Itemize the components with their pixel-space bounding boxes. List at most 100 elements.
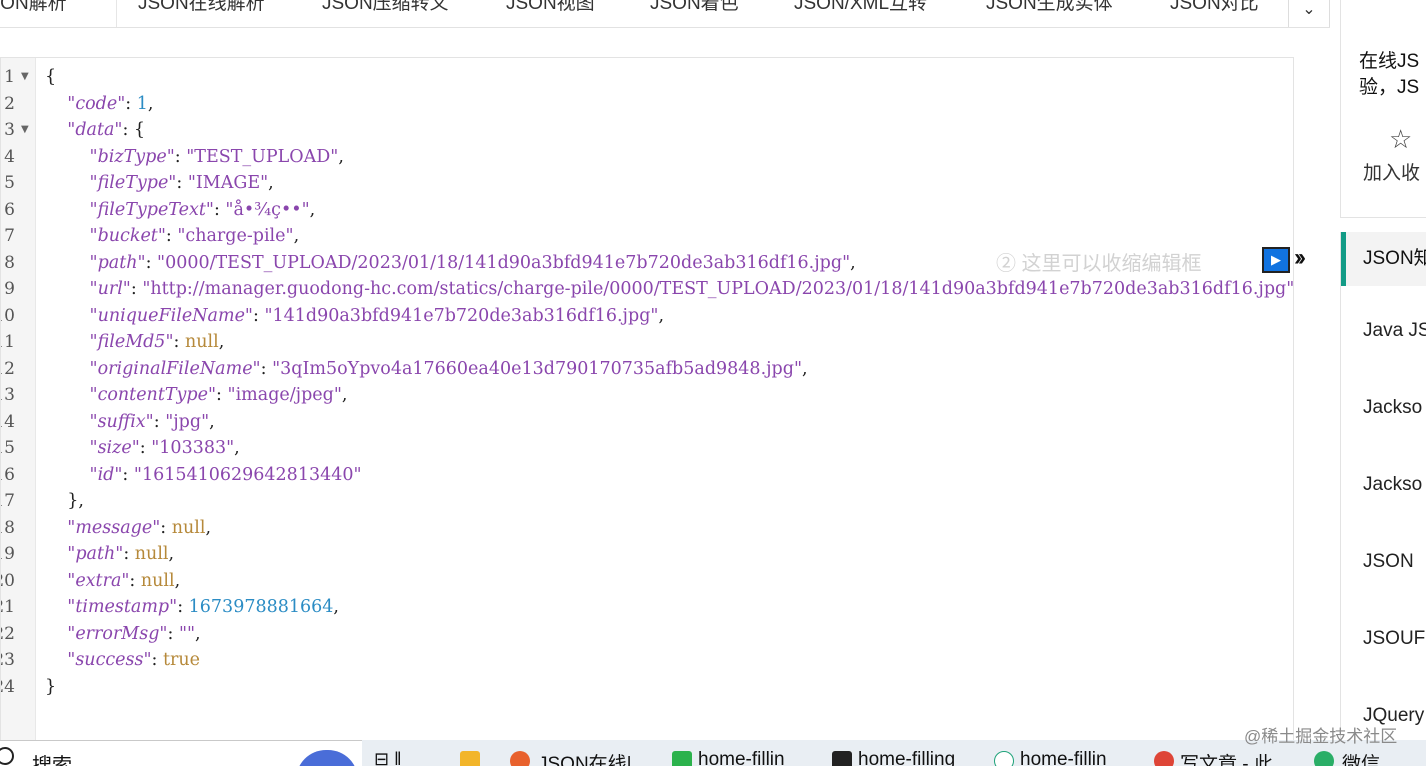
- firefox-icon[interactable]: [510, 751, 530, 766]
- code-text: "success": true: [45, 647, 200, 674]
- json-code-editor[interactable]: 1 ▼{2 "code": 1, 3 ▼ "data": {4 "bizType": …: [0, 57, 1294, 741]
- tab-json-generate-entity[interactable]: JSON生成实体: [986, 0, 1113, 27]
- code-token: ,: [338, 146, 344, 167]
- code-text: "message": null,: [45, 515, 211, 542]
- code-text: "url": "http://manager.guodong-hc.com/st…: [45, 276, 1294, 303]
- sidebar-link[interactable]: Java JS: [1363, 320, 1426, 342]
- weather-cloud-icon: [296, 750, 358, 766]
- hbuilder-icon[interactable]: [672, 751, 692, 766]
- tool-description-line: 验，JS: [1359, 77, 1420, 98]
- tab-json-parse[interactable]: JSON解析: [0, 0, 67, 27]
- code-line: 12 "originalFileName": "3qIm5oYpvo4a1766…: [1, 356, 1293, 383]
- code-token: 1673978881664: [188, 597, 334, 617]
- line-number: 16: [1, 464, 15, 485]
- sidebar-link[interactable]: JSON: [1363, 551, 1414, 573]
- code-token: :: [122, 464, 134, 485]
- chrome-icon[interactable]: [1154, 751, 1174, 766]
- code-line: 23 "success": true: [1, 647, 1293, 674]
- taskbar-app-wechat[interactable]: 微信: [1342, 749, 1380, 766]
- line-number: 11: [1, 332, 15, 352]
- sidebar-link[interactable]: Jackso: [1363, 474, 1422, 496]
- code-line: 24}: [1, 674, 1293, 701]
- windows-taskbar: 搜索 ⊟ ‖ JSON在线| home-fillin home-filling …: [0, 740, 1426, 766]
- taskbar-search-box[interactable]: 搜索: [0, 740, 362, 766]
- taskbar-app-hbuilder[interactable]: home-fillin: [698, 749, 785, 766]
- tab-json-color[interactable]: JSON着色: [650, 0, 739, 27]
- taskbar-app-chrome[interactable]: 写文章 - 此: [1180, 749, 1273, 766]
- task-view-icon[interactable]: ⊟ ‖: [374, 749, 402, 766]
- sidebar-link[interactable]: JSOUF: [1363, 628, 1425, 650]
- code-text: "path": "0000/TEST_UPLOAD/2023/01/18/141…: [45, 250, 856, 277]
- code-token: :: [213, 199, 226, 220]
- collapse-editor-icon[interactable]: ››: [1294, 244, 1306, 272]
- taskbar-app-firefox[interactable]: JSON在线|: [538, 749, 632, 766]
- json-knowledge-panel: JSON知 Java JS Jackso Jackso JSON JSOUF J…: [1340, 232, 1426, 766]
- tab-divider: [116, 0, 117, 27]
- add-favorite-button[interactable]: 加入收: [1363, 158, 1420, 185]
- taskbar-app-intellij[interactable]: home-filling: [858, 749, 955, 766]
- tab-json-online-parse[interactable]: JSON在线解析: [138, 0, 265, 27]
- tab-json-xml-convert[interactable]: JSON/XML互转: [794, 0, 927, 27]
- code-token: "code": [67, 93, 126, 114]
- tab-json-compare[interactable]: JSON对比: [1170, 0, 1259, 27]
- code-token: :: [130, 279, 143, 299]
- line-number: 14: [1, 411, 15, 432]
- code-token: {: [45, 67, 57, 87]
- line-number: 4: [4, 146, 15, 167]
- tab-json-compress-escape[interactable]: JSON压缩转义: [322, 0, 449, 27]
- code-token: null: [134, 544, 169, 564]
- code-text: {: [45, 64, 56, 91]
- tab-more-chevron-icon[interactable]: ⌄: [1288, 0, 1330, 27]
- wechat-icon[interactable]: [1314, 751, 1334, 766]
- tool-description-card: 在线JS 验，JS ☆ 加入收: [1340, 0, 1426, 218]
- code-token: :: [174, 146, 187, 167]
- code-text: "originalFileName": "3qIm5oYpvo4a17660ea…: [45, 356, 808, 383]
- code-line: 4 "bizType": "TEST_UPLOAD",: [1, 144, 1293, 171]
- code-token: "size": [89, 438, 140, 458]
- code-line: 3 ▼ "data": {: [1, 117, 1293, 144]
- code-text: "code": 1,: [45, 91, 153, 118]
- taskbar-app-devtools[interactable]: home-fillin: [1020, 749, 1107, 766]
- code-token: :: [173, 332, 185, 352]
- tab-json-view[interactable]: JSON视图: [506, 0, 595, 27]
- code-line: 15 "size": "103383",: [1, 435, 1293, 462]
- sidebar-link[interactable]: Jackso: [1363, 397, 1422, 419]
- code-token: "id": [89, 464, 123, 485]
- code-token: ,: [218, 332, 225, 352]
- code-token: ,: [168, 544, 175, 564]
- intellij-icon[interactable]: [832, 751, 852, 766]
- json-knowledge-title: JSON知: [1341, 232, 1426, 286]
- code-token: : {: [122, 120, 146, 140]
- code-token: "http://manager.guodong-hc.com/statics/c…: [142, 279, 1294, 299]
- fold-arrow-icon[interactable]: ▼: [21, 117, 29, 144]
- code-token: "message": [67, 517, 161, 538]
- file-explorer-icon[interactable]: [460, 751, 480, 766]
- star-icon[interactable]: ☆: [1389, 124, 1412, 155]
- code-token: "103383": [151, 438, 235, 458]
- fold-arrow-icon[interactable]: ▼: [21, 64, 29, 91]
- code-token: null: [184, 332, 219, 352]
- code-token: "charge-pile": [177, 226, 294, 246]
- code-text: "bucket": "charge-pile",: [45, 223, 300, 250]
- line-number: 15: [1, 438, 15, 458]
- code-token: "uniqueFileName": [89, 305, 253, 326]
- play-icon[interactable]: ▶: [1262, 247, 1290, 273]
- code-text: "contentType": "image/jpeg",: [45, 382, 348, 409]
- wechat-devtools-icon[interactable]: [994, 751, 1014, 766]
- code-text: "fileTypeText": "å•¾ç••",: [45, 197, 316, 224]
- code-token: ,: [341, 385, 348, 405]
- code-token: :: [129, 570, 141, 591]
- code-token: "path": [89, 252, 146, 273]
- line-number: 6: [4, 199, 15, 220]
- watermark: @稀土掘金技术社区: [1244, 727, 1398, 746]
- code-text: "fileType": "IMAGE",: [45, 170, 274, 197]
- code-token: :: [125, 93, 137, 114]
- code-token: :: [176, 173, 188, 193]
